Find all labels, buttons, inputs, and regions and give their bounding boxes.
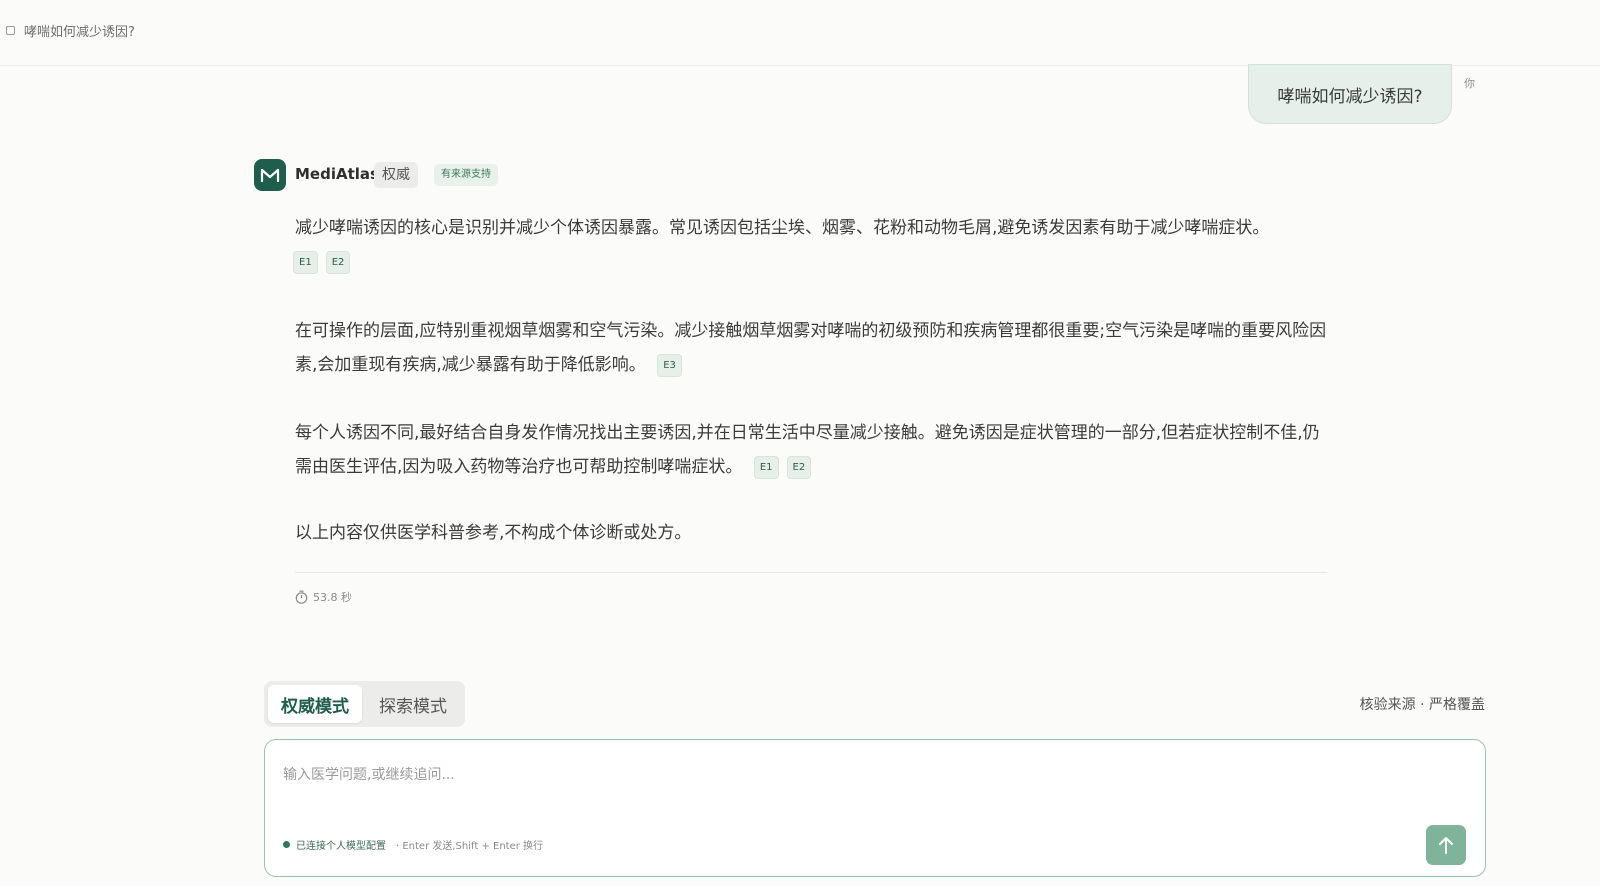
source-supported-badge: 有来源支持 [434, 164, 498, 186]
citation-chip[interactable]: E2 [325, 250, 351, 274]
user-label: 你 [1464, 77, 1475, 90]
paragraph-text: 减少哮喘诱因的核心是识别并减少个体诱因暴露。常见诱因包括尘埃、烟雾、花粉和动物毛… [295, 218, 1270, 238]
mode-description: 核验来源 · 严格覆盖 [1359, 697, 1485, 713]
explore-mode-tab[interactable]: 探索模式 [366, 685, 460, 723]
paragraph-text: 在可操作的层面,应特别重视烟草烟雾和空气污染。减少接触烟草烟雾对哮喘的初级预防和… [295, 321, 1327, 375]
keyboard-hint: · Enter 发送,Shift + Enter 换行 [396, 841, 544, 852]
paragraph-text: 以上内容仅供医学科普参考,不构成个体诊断或处方。 [295, 523, 692, 543]
sidebar-toggle-checkbox[interactable] [6, 26, 15, 35]
conversation-title: 哮喘如何减少诱因? [24, 25, 135, 40]
citation-chip[interactable]: E1 [293, 250, 318, 274]
answer-paragraph: 每个人诱因不同,最好结合自身发作情况找出主要诱因,并在日常生活中尽量减少接触。避… [295, 416, 1327, 484]
elapsed-time: 53.8 秒 [313, 591, 352, 604]
disclaimer-paragraph: 以上内容仅供医学科普参考,不构成个体诊断或处方。 [295, 516, 1327, 550]
status-dot-icon [283, 841, 290, 848]
answer-paragraph: 在可操作的层面,应特别重视烟草烟雾和空气污染。减少接触烟草烟雾对哮喘的初级预防和… [295, 314, 1327, 382]
assistant-name: MediAtlas [295, 165, 379, 183]
authority-mode-tab[interactable]: 权威模式 [268, 685, 362, 723]
mediatlas-logo-icon [254, 159, 286, 191]
citation-chip[interactable]: E2 [786, 455, 812, 479]
message-composer: 已连接个人模型配置 · Enter 发送,Shift + Enter 换行 [264, 739, 1486, 877]
mode-switch: 权威模式 探索模式 [264, 681, 465, 727]
top-bar: 哮喘如何减少诱因? [0, 0, 1600, 66]
answer-divider [295, 572, 1327, 573]
message-input[interactable] [283, 760, 1463, 790]
arrow-up-icon [1439, 837, 1453, 854]
model-status: 已连接个人模型配置 · Enter 发送,Shift + Enter 换行 [283, 837, 543, 852]
citation-chip[interactable]: E3 [657, 353, 682, 377]
send-button[interactable] [1426, 825, 1466, 865]
answer-paragraph: 减少哮喘诱因的核心是识别并减少个体诱因暴露。常见诱因包括尘埃、烟雾、花粉和动物毛… [293, 211, 1327, 279]
status-text: 已连接个人模型配置 [296, 841, 386, 852]
citation-chip[interactable]: E1 [753, 455, 779, 479]
authority-badge: 权威 [374, 162, 418, 188]
timer-icon [295, 590, 308, 604]
user-message-text: 哮喘如何减少诱因? [1277, 86, 1423, 107]
response-timer: 53.8 秒 [295, 589, 352, 605]
user-message-bubble: 哮喘如何减少诱因? [1248, 64, 1452, 124]
